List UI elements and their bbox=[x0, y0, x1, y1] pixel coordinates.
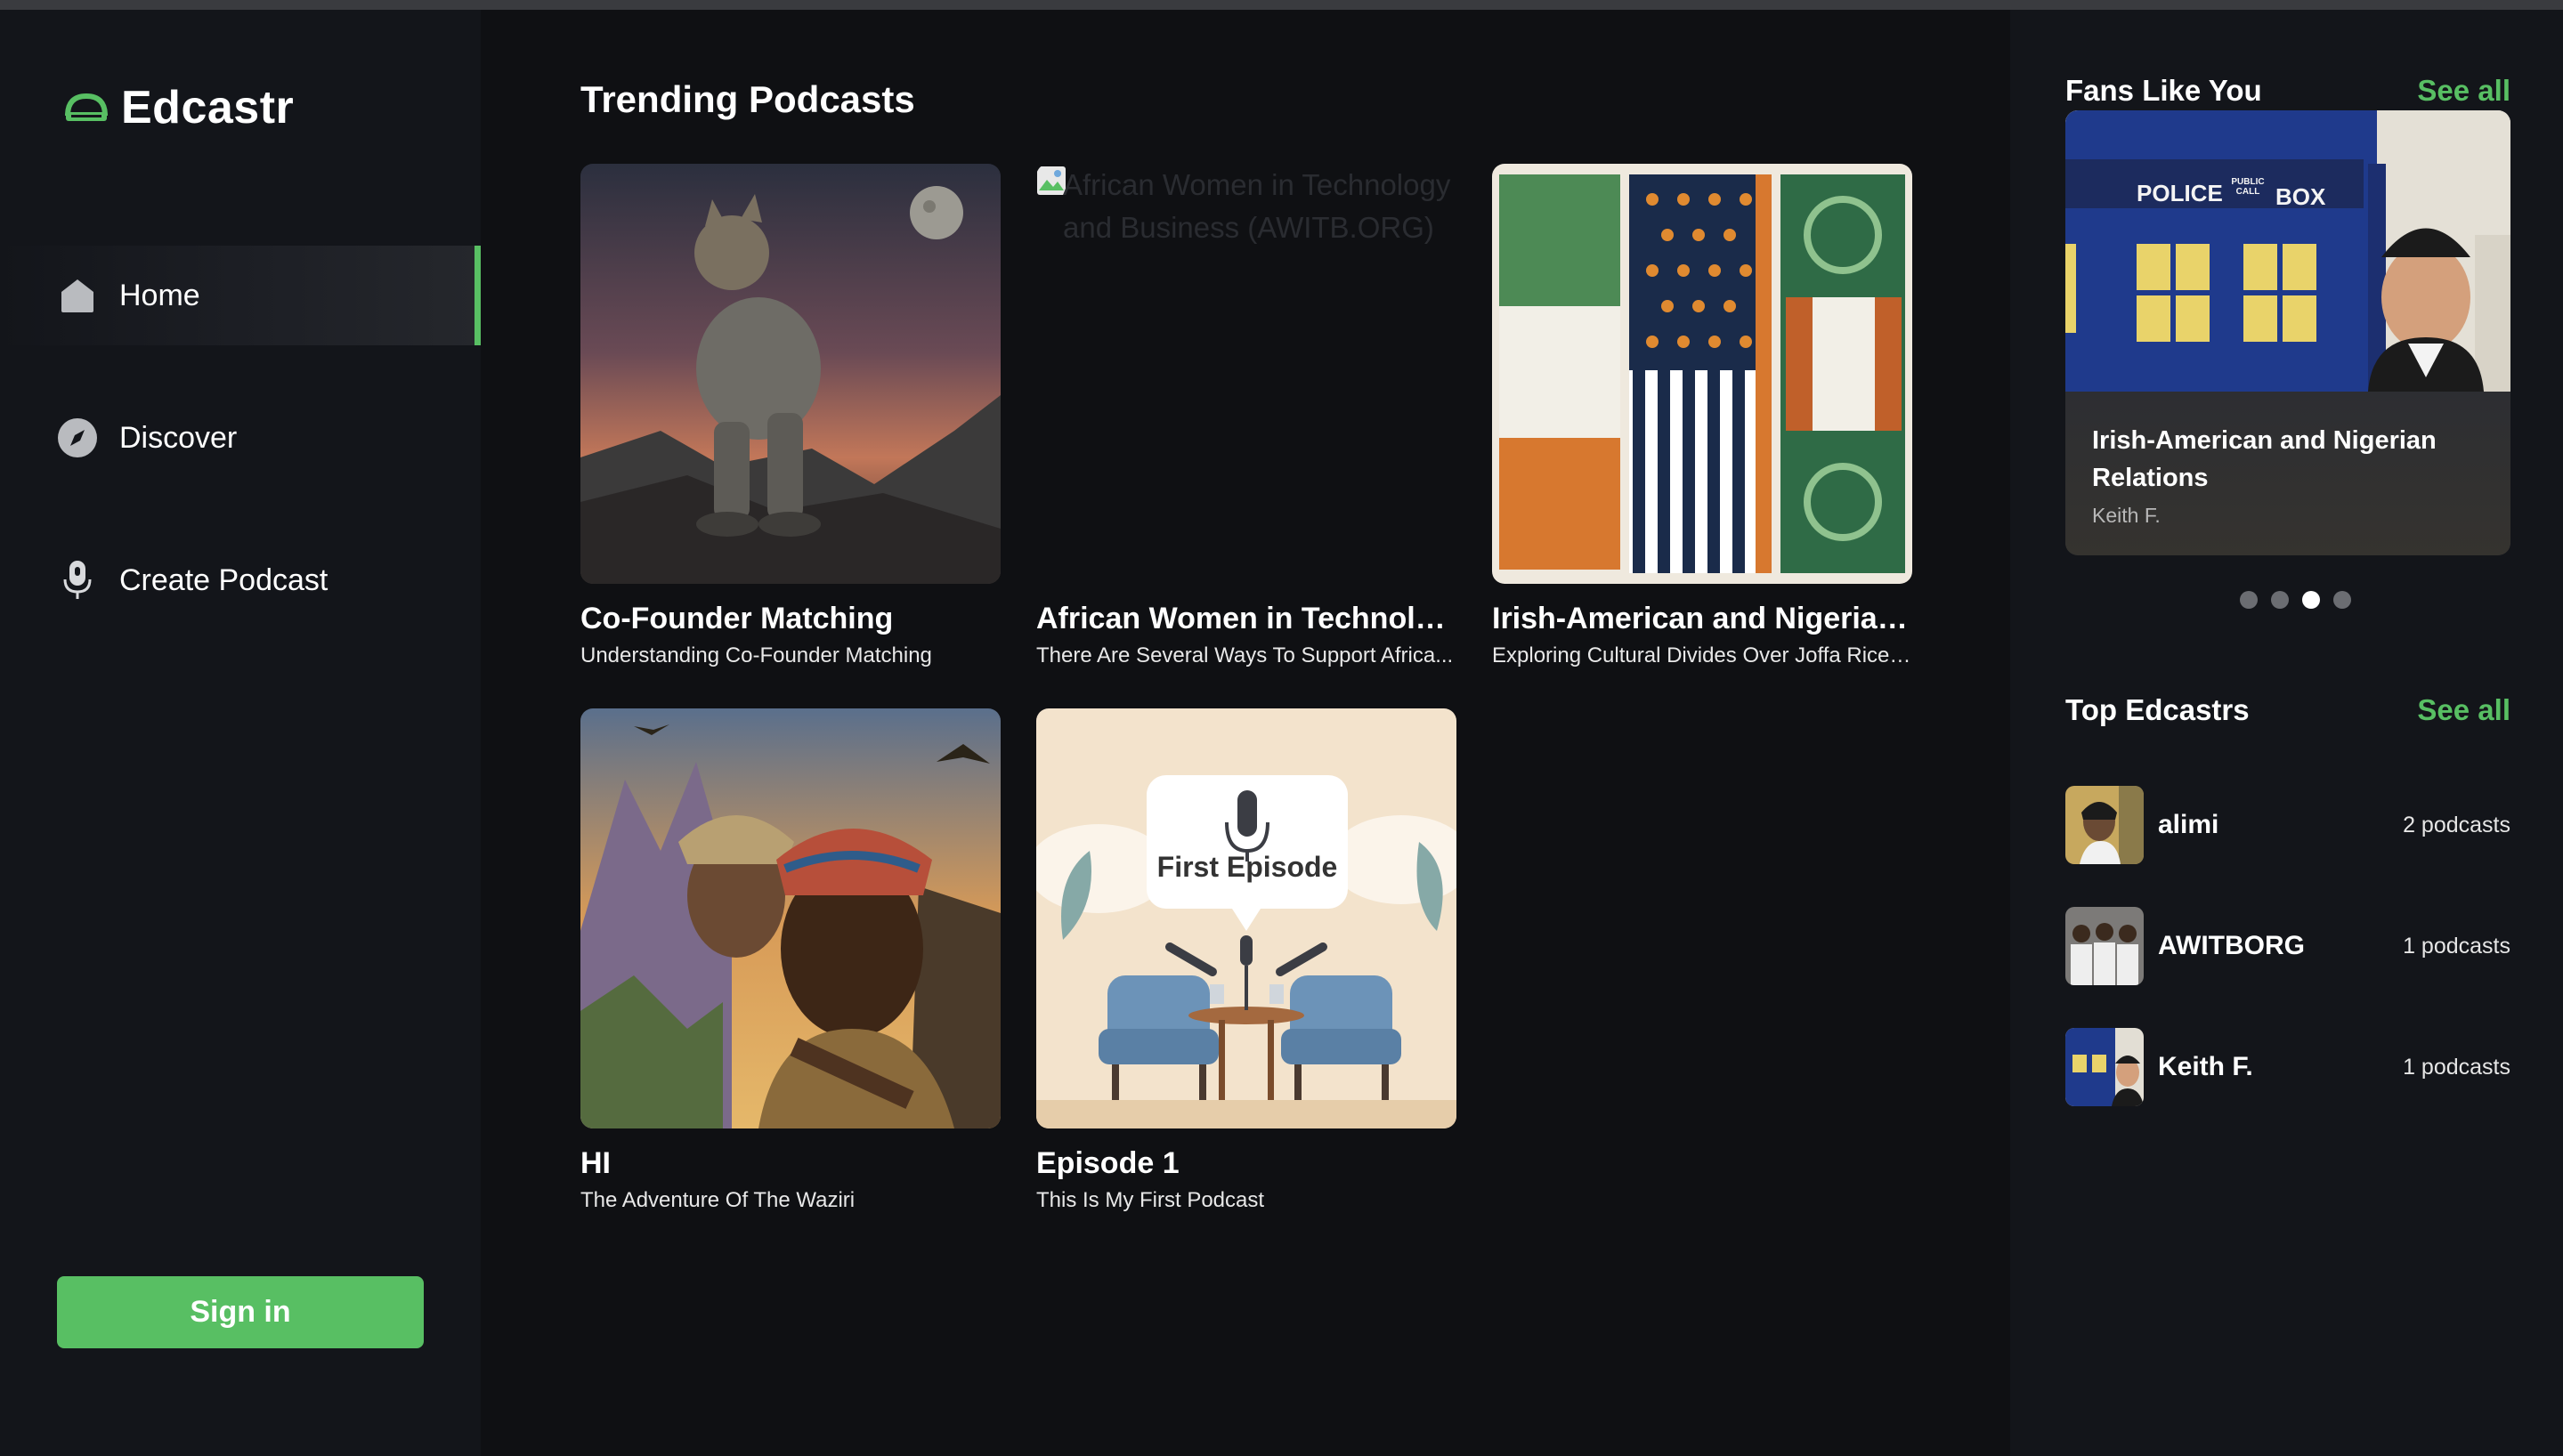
top-edcastrs-header: Top Edcastrs See all bbox=[2065, 693, 2510, 727]
podcast-card[interactable]: Irish-American and Nigerian ... Explorin… bbox=[1492, 164, 1912, 668]
podcast-card[interactable]: First Episode Episode 1 This Is My First… bbox=[1036, 708, 1456, 1213]
podcast-card[interactable]: Co-Founder Matching Understanding Co-Fou… bbox=[580, 164, 1001, 668]
sidebar-item-label: Discover bbox=[119, 420, 238, 455]
top-edcastr-row[interactable]: AWITBORG 1 podcasts bbox=[2065, 907, 2510, 985]
microphone-icon bbox=[57, 560, 98, 601]
carousel-dot[interactable] bbox=[2271, 591, 2289, 609]
podcast-cover-image[interactable] bbox=[1492, 164, 1912, 584]
sidebar-item-label: Create Podcast bbox=[119, 562, 328, 597]
podcast-count: 1 podcasts bbox=[2403, 933, 2510, 959]
see-all-link[interactable]: See all bbox=[2417, 693, 2510, 727]
fan-card-photo: POLICE PUBLIC CALL BOX bbox=[2065, 110, 2510, 392]
avatar bbox=[2065, 786, 2144, 864]
section-title: Top Edcastrs bbox=[2065, 693, 2250, 726]
fan-carousel-card[interactable]: POLICE PUBLIC CALL BOX Irish-American an… bbox=[2065, 110, 2510, 555]
home-icon bbox=[57, 275, 98, 316]
app-logo[interactable]: Edcastr bbox=[64, 81, 294, 134]
image-alt-text: African Women in Technology and Business… bbox=[1063, 168, 1451, 244]
podcast-title[interactable]: HI bbox=[580, 1146, 1001, 1181]
edcastr-name: alimi bbox=[2158, 810, 2219, 839]
carousel-dot[interactable] bbox=[2240, 591, 2258, 609]
podcast-card[interactable]: African Women in Technology and Business… bbox=[1036, 164, 1456, 668]
window-top-bar bbox=[0, 0, 2563, 10]
podcast-subtitle: The Adventure Of The Waziri bbox=[580, 1188, 856, 1212]
police-box-sign: PUBLIC CALL bbox=[2231, 177, 2265, 197]
left-sidebar: Edcastr Home Discover Create Podcast Sig… bbox=[0, 10, 481, 1456]
police-box-sign: BOX bbox=[2275, 183, 2326, 210]
carousel-pagination bbox=[2010, 591, 2563, 609]
police-box-sign: POLICE bbox=[2137, 180, 2223, 206]
sidebar-item-create-podcast[interactable]: Create Podcast bbox=[0, 530, 481, 630]
podcast-title[interactable]: Co-Founder Matching bbox=[580, 602, 1001, 636]
edcastr-name: AWITBORG bbox=[2158, 931, 2305, 960]
podcast-cover-image[interactable]: First Episode bbox=[1036, 708, 1456, 1128]
edcastr-name: Keith F. bbox=[2158, 1052, 2253, 1081]
avatar bbox=[2065, 907, 2144, 985]
podcast-title[interactable]: Irish-American and Nigerian ... bbox=[1492, 602, 1912, 636]
compass-icon bbox=[57, 417, 98, 458]
fans-like-you-header: Fans Like You See all bbox=[2065, 74, 2510, 108]
podcast-card[interactable]: HI The Adventure Of The Waziri bbox=[580, 708, 1001, 1213]
podcast-subtitle: There Are Several Ways To Support Africa… bbox=[1036, 643, 1454, 667]
podcast-title[interactable]: African Women in Technolog... bbox=[1036, 602, 1456, 636]
cover-text: First Episode bbox=[1156, 851, 1338, 883]
right-sidebar: Fans Like You See all POLICE PUBLIC CALL bbox=[2010, 10, 2563, 1456]
avatar bbox=[2065, 1028, 2144, 1106]
podcast-cover-image[interactable] bbox=[580, 164, 1001, 584]
section-title: Fans Like You bbox=[2065, 74, 2262, 107]
app-name: Edcastr bbox=[121, 82, 295, 133]
fan-card-author: Keith F. bbox=[2092, 504, 2161, 527]
podcast-subtitle: This Is My First Podcast bbox=[1036, 1188, 1265, 1212]
podcast-cover-image[interactable] bbox=[580, 708, 1001, 1128]
podcast-subtitle: Exploring Cultural Divides Over Joffa Ri… bbox=[1492, 643, 1912, 667]
carousel-dot-active[interactable] bbox=[2302, 591, 2320, 609]
podcast-logo-icon bbox=[65, 93, 108, 121]
podcast-count: 2 podcasts bbox=[2403, 812, 2510, 837]
section-title: Trending Podcasts bbox=[580, 78, 915, 120]
main-content: Trending Podcasts Co-Founder Matching Un… bbox=[481, 10, 2010, 1456]
sidebar-item-home[interactable]: Home bbox=[0, 246, 481, 345]
podcast-count: 1 podcasts bbox=[2403, 1054, 2510, 1080]
podcast-subtitle: Understanding Co-Founder Matching bbox=[580, 643, 932, 667]
fan-card-title[interactable]: Irish-American and Nigerian Relations bbox=[2092, 422, 2484, 497]
see-all-link[interactable]: See all bbox=[2417, 74, 2510, 108]
podcast-cover-image[interactable]: African Women in Technology and Business… bbox=[1036, 164, 1456, 584]
sidebar-item-label: Home bbox=[119, 278, 200, 312]
sign-in-button[interactable]: Sign in bbox=[57, 1276, 424, 1348]
top-edcastr-row[interactable]: Keith F. 1 podcasts bbox=[2065, 1028, 2510, 1106]
podcast-title[interactable]: Episode 1 bbox=[1036, 1146, 1456, 1181]
sidebar-item-discover[interactable]: Discover bbox=[0, 388, 481, 488]
podcast-illustration bbox=[1036, 775, 1456, 1128]
fan-card-info: Irish-American and Nigerian Relations Ke… bbox=[2065, 392, 2510, 555]
top-edcastr-row[interactable]: alimi 2 podcasts bbox=[2065, 786, 2510, 864]
carousel-dot[interactable] bbox=[2333, 591, 2351, 609]
